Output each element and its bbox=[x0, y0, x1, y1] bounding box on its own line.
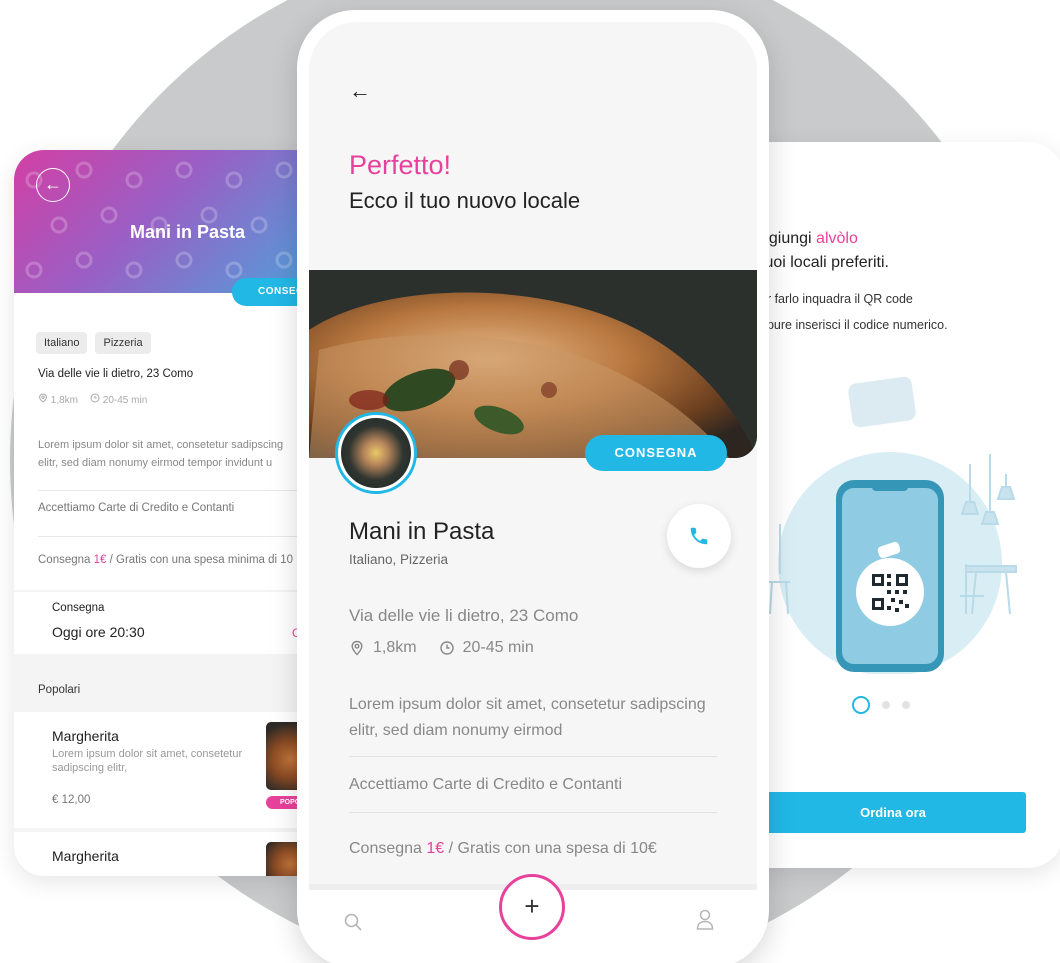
floating-card-shape bbox=[848, 376, 916, 428]
menu-item-price: € 12,00 bbox=[52, 794, 91, 806]
restaurant-description: Lorem ipsum dolor sit amet, consetetur s… bbox=[38, 436, 314, 472]
distance-value: 1,8km bbox=[373, 639, 417, 656]
delivery-fee-price: 1€ bbox=[93, 554, 107, 566]
page-dot-active[interactable] bbox=[852, 696, 870, 714]
clock-icon bbox=[90, 393, 100, 403]
success-title: Perfetto! bbox=[349, 150, 452, 180]
venue-name: Mani in Pasta bbox=[349, 518, 495, 545]
menu-item-title: Margherita bbox=[52, 848, 119, 864]
qr-scan-illustration bbox=[764, 376, 1017, 674]
phone-icon bbox=[690, 527, 708, 545]
payments-info: Accettiamo Carte di Credito e Contanti bbox=[38, 502, 235, 514]
restaurant-hero-banner: ← Mani in Pasta bbox=[14, 150, 314, 293]
tag-italiano: Italiano bbox=[36, 332, 88, 354]
order-now-button[interactable]: Ordina ora bbox=[760, 792, 1026, 833]
user-icon bbox=[696, 909, 714, 930]
delivery-time: Oggi ore 20:30 bbox=[52, 624, 145, 640]
venue-cuisine: Italiano, Pizzeria bbox=[349, 552, 449, 567]
page-dot[interactable] bbox=[882, 701, 890, 709]
divider bbox=[38, 490, 314, 491]
venue-address: Via delle vie li dietro, 23 Como bbox=[349, 606, 579, 625]
venue-description: Lorem ipsum dolor sit amet, consetetur s… bbox=[349, 696, 706, 739]
new-venue-screen: ← Perfetto! Ecco il tuo nuovo locale CON… bbox=[309, 22, 757, 962]
location-pin-icon bbox=[351, 640, 363, 656]
menu-item-description: Lorem ipsum dolor sit amet, consetetur s… bbox=[52, 748, 243, 774]
distance-value: 1,8km bbox=[50, 395, 79, 406]
time-value: 20-45 min bbox=[462, 639, 534, 656]
divider bbox=[349, 812, 717, 813]
distance-info: 1,8km bbox=[349, 639, 417, 657]
divider bbox=[38, 536, 314, 537]
onboarding-instructions: er farlo inquadra il QR code bbox=[760, 292, 913, 306]
delivery-fee-suffix: / Gratis con una spesa minima di 10 bbox=[106, 554, 294, 566]
restaurant-address: Via delle vie li dietro, 23 Como bbox=[38, 368, 194, 380]
location-pin-icon bbox=[39, 393, 47, 403]
delivery-fee-prefix: Consegna bbox=[38, 554, 94, 566]
time-info: 20-45 min bbox=[90, 393, 147, 406]
tab-search[interactable] bbox=[343, 912, 363, 937]
tab-profile[interactable] bbox=[695, 908, 715, 937]
onboarding-instructions-2: opure inserisci il codice numerico. bbox=[760, 318, 948, 332]
payments-info: Accettiamo Carte di Credito e Contanti bbox=[349, 776, 623, 793]
add-button[interactable]: + bbox=[499, 874, 565, 940]
delivery-fee-price: 1€ bbox=[426, 840, 445, 857]
back-button[interactable]: ← bbox=[36, 168, 70, 202]
delivery-fee-prefix: Consegna bbox=[349, 840, 427, 857]
search-icon bbox=[344, 913, 362, 931]
phone-frame: ← Perfetto! Ecco il tuo nuovo locale CON… bbox=[297, 10, 769, 963]
restaurant-title: Mani in Pasta bbox=[130, 222, 246, 242]
onboarding-title-line2: tuoi locali preferiti. bbox=[760, 254, 889, 271]
restaurant-detail-screen: ← Mani in Pasta CONSEGNA Italiano Pizzer… bbox=[14, 150, 314, 876]
arrow-left-icon: ← bbox=[349, 78, 371, 103]
distance-info: 1,8km bbox=[38, 393, 78, 406]
phone-notch bbox=[872, 482, 908, 491]
cuisine-tags: Italiano Pizzeria bbox=[36, 332, 151, 354]
brand-name: alvòlo bbox=[816, 230, 858, 247]
delivery-badge: CONSEGNA bbox=[585, 435, 727, 471]
venue-avatar-image bbox=[341, 418, 411, 488]
clock-icon bbox=[439, 641, 454, 655]
page-dot[interactable] bbox=[902, 701, 910, 709]
delivery-fee-info: Consegna 1€ / Gratis con una spesa di 10… bbox=[349, 840, 657, 858]
menu-item-title: Margherita bbox=[52, 728, 119, 744]
page-indicator bbox=[852, 696, 910, 714]
restaurant-meta: 1,8km 20-45 min bbox=[38, 393, 147, 406]
description-line: elitr, sed diam nonumy eirmod tempor inv… bbox=[38, 457, 273, 469]
delivery-fee-info: Consegna 1€ / Gratis con una spesa minim… bbox=[38, 554, 293, 566]
time-info: 20-45 min bbox=[439, 639, 534, 657]
onboarding-screen: ggiungi alvòlo tuoi locali preferiti. er… bbox=[760, 142, 1060, 868]
tag-pizzeria: Pizzeria bbox=[95, 332, 151, 354]
time-value: 20-45 min bbox=[102, 395, 148, 406]
delivery-label: Consegna bbox=[52, 602, 105, 614]
success-subtitle: Ecco il tuo nuovo locale bbox=[349, 188, 581, 213]
onboarding-title: ggiungi alvòlo bbox=[760, 230, 858, 248]
divider bbox=[349, 756, 717, 757]
back-button[interactable]: ← bbox=[349, 78, 371, 104]
venue-avatar bbox=[335, 412, 417, 494]
venue-meta: 1,8km 20-45 min bbox=[349, 639, 534, 657]
description-line: Lorem ipsum dolor sit amet, consetetur s… bbox=[38, 439, 284, 451]
call-button[interactable] bbox=[667, 504, 731, 568]
popular-heading: Popolari bbox=[38, 684, 81, 696]
delivery-fee-suffix: / Gratis con una spesa di 10€ bbox=[444, 840, 657, 857]
arrow-left-icon: ← bbox=[44, 174, 62, 194]
